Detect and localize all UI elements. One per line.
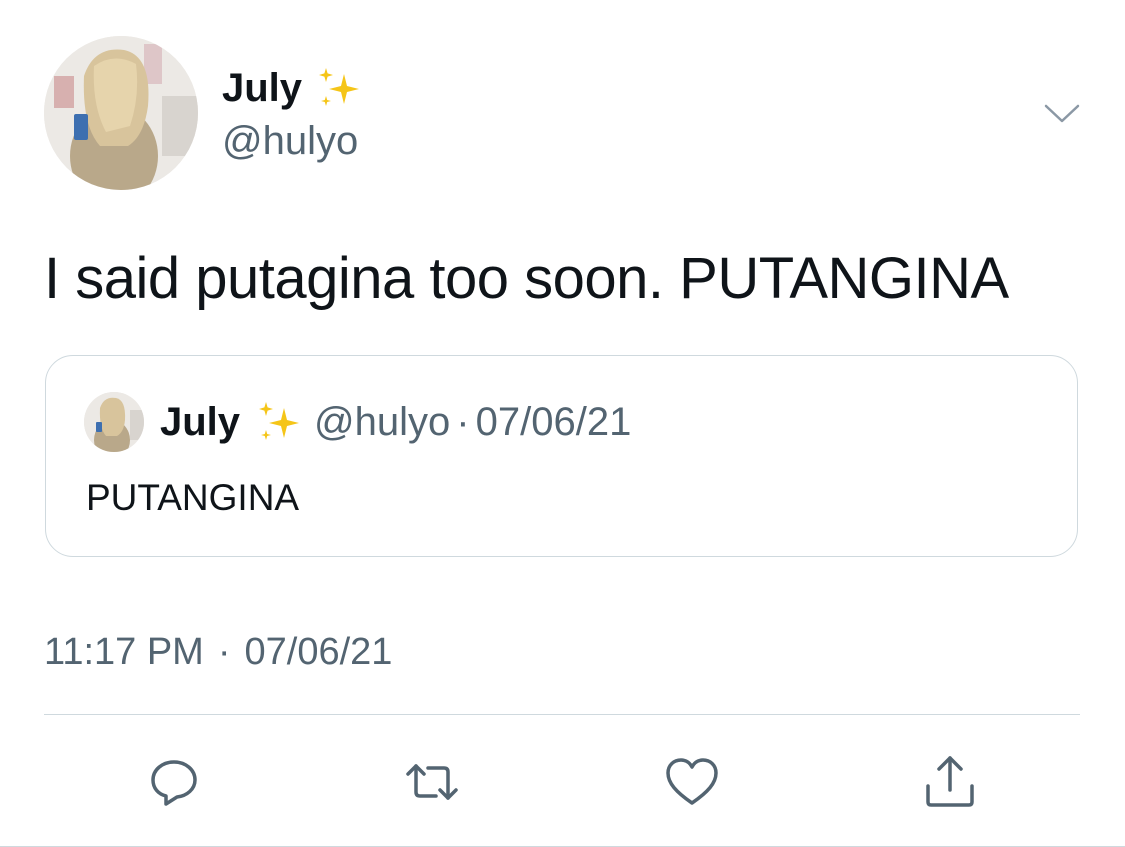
quoted-tweet-text: PUTANGINA (86, 477, 300, 518)
divider (44, 714, 1080, 715)
reply-icon (151, 760, 197, 806)
author-handle[interactable]: @hulyo (222, 117, 358, 165)
retweet-icon (406, 764, 458, 800)
sparkles-icon (252, 396, 304, 448)
quoted-author-avatar (84, 392, 144, 452)
timestamp-date: 07/06/21 (244, 631, 393, 673)
avatar-photo (44, 36, 198, 190)
timestamp-separator: · (217, 631, 231, 673)
share-button[interactable] (918, 750, 982, 814)
quoted-handle: @hulyo (314, 400, 451, 444)
tweet-text: I said putagina too soon. PUTANGINA (44, 246, 1009, 311)
display-name-text: July (222, 66, 303, 110)
chevron-down-icon (1044, 104, 1080, 123)
like-button[interactable] (660, 750, 724, 814)
author-display-name[interactable]: July (222, 62, 364, 114)
more-options-button[interactable] (1040, 96, 1084, 132)
quoted-display-name: July (160, 400, 241, 444)
avatar-photo (84, 392, 144, 452)
quoted-tweet-header: July @hulyo · 07/06/21 (160, 394, 631, 450)
share-icon (926, 756, 974, 807)
tweet-timestamp[interactable]: 11:17 PM · 07/06/21 (44, 628, 392, 676)
quoted-date: 07/06/21 (475, 400, 632, 444)
reply-button[interactable] (142, 750, 206, 814)
quoted-separator: · (456, 400, 470, 444)
retweet-button[interactable] (400, 750, 464, 814)
timestamp-time: 11:17 PM (44, 631, 204, 673)
author-avatar[interactable] (44, 36, 198, 190)
quoted-tweet-card[interactable]: July @hulyo · 07/06/21 PUTANGINA (45, 355, 1078, 557)
heart-icon (666, 758, 718, 805)
sparkles-icon (312, 62, 364, 114)
